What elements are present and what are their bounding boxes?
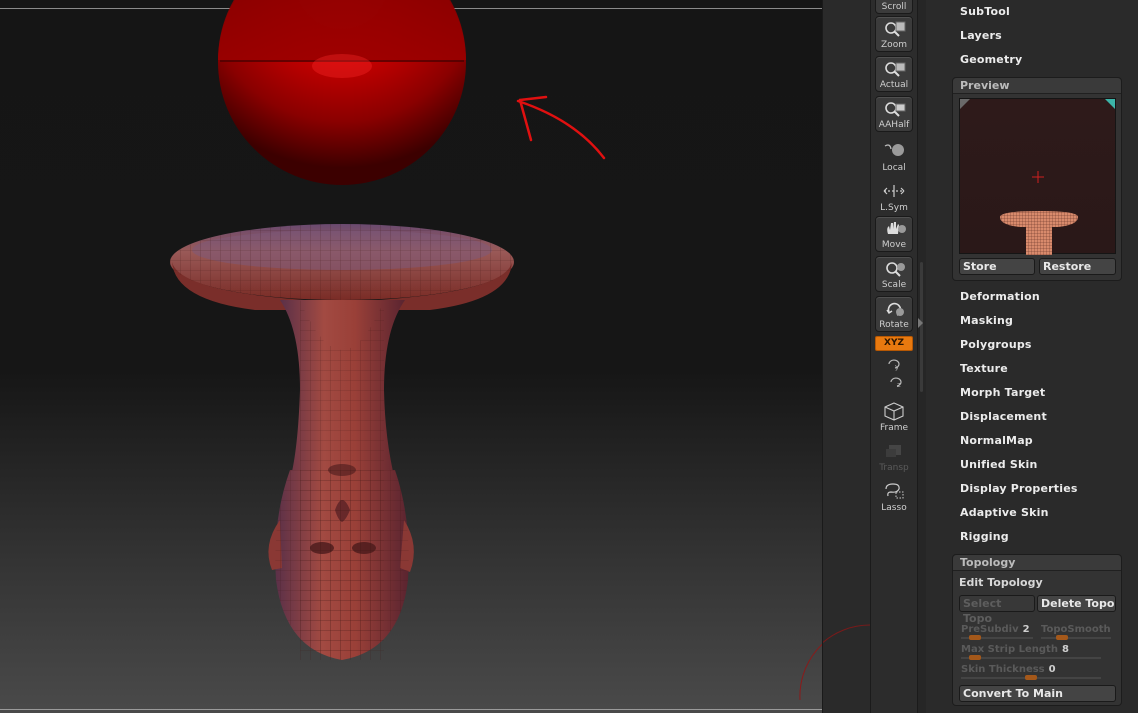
- shelf-collapse-handle[interactable]: [917, 262, 925, 392]
- convert-to-main-button[interactable]: Convert To Main: [959, 685, 1116, 702]
- lsym-button[interactable]: L.Sym: [875, 178, 913, 214]
- menu-deformation[interactable]: Deformation: [960, 290, 1040, 303]
- scale-button[interactable]: Scale: [875, 256, 913, 292]
- zoom-button[interactable]: Zoom: [875, 16, 913, 52]
- edit-topology-button[interactable]: Edit Topology: [959, 576, 1043, 589]
- max-strip-length-knob: [969, 655, 981, 660]
- lsym-label: L.Sym: [880, 203, 908, 213]
- toposmooth-slider[interactable]: TopoSmooth: [1041, 624, 1117, 642]
- scroll-button[interactable]: Scroll: [875, 0, 913, 14]
- local-sphere-icon: [884, 144, 904, 156]
- max-strip-length-value: 8: [1061, 644, 1069, 655]
- actual-button[interactable]: Actual: [875, 56, 913, 92]
- move-button[interactable]: Move: [875, 216, 913, 252]
- toposmooth-label: TopoSmooth: [1041, 624, 1111, 635]
- select-topo-button[interactable]: Select Topo: [959, 595, 1035, 625]
- transp-button[interactable]: Transp: [875, 438, 913, 474]
- cube-icon: [884, 402, 904, 421]
- preview-corner-right: [1105, 99, 1115, 109]
- menu-subtool[interactable]: SubTool: [960, 5, 1010, 18]
- max-strip-length-label: Max Strip Length: [961, 644, 1058, 655]
- aahalf-button[interactable]: AAHalf: [875, 96, 913, 132]
- right-shelf: Scroll Zoom Actual AAHalf Local L.Sym Mo…: [870, 0, 918, 713]
- viewport-edge-strip: [797, 0, 872, 713]
- presubdiv-value: 2: [1022, 624, 1030, 635]
- svg-text:z: z: [897, 381, 901, 389]
- preview-thumbnail[interactable]: [959, 98, 1116, 255]
- preview-panel: Preview Store Restore: [952, 77, 1122, 281]
- presubdiv-label: PreSubdiv: [961, 624, 1019, 635]
- red-sphere: [218, 0, 466, 185]
- annotation-arrow: [516, 95, 606, 160]
- delete-topo-button[interactable]: Delete Topo: [1037, 595, 1116, 612]
- lasso-label: Lasso: [881, 503, 907, 513]
- magnifier-icon: [885, 62, 906, 77]
- magnifier-icon: [885, 21, 906, 37]
- tool-palette: SubTool Layers Geometry Preview Store Re…: [926, 0, 1138, 713]
- rotate-button[interactable]: Rotate: [875, 296, 913, 332]
- menu-geometry[interactable]: Geometry: [960, 53, 1022, 66]
- topology-title[interactable]: Topology: [953, 555, 1121, 571]
- scroll-label: Scroll: [881, 2, 907, 12]
- menu-display-properties[interactable]: Display Properties: [960, 482, 1078, 495]
- rotate-label: Rotate: [879, 320, 909, 330]
- y-axis-rotate-icon[interactable]: y: [886, 357, 902, 371]
- frame-label: Frame: [879, 423, 909, 433]
- scale-magnifier-icon: [886, 262, 905, 277]
- lasso-icon: [885, 483, 904, 499]
- menu-masking[interactable]: Masking: [960, 314, 1013, 327]
- brush-cursor-ring-edge: [797, 624, 872, 701]
- crosshair-icon: [1032, 171, 1044, 183]
- local-label: Local: [882, 163, 906, 173]
- lasso-button[interactable]: Lasso: [875, 478, 913, 514]
- store-button[interactable]: Store: [959, 258, 1035, 275]
- menu-rigging[interactable]: Rigging: [960, 530, 1009, 543]
- toposmooth-track: [1041, 637, 1111, 639]
- brush-cursor-ring: [799, 643, 822, 701]
- restore-button[interactable]: Restore: [1039, 258, 1116, 275]
- menu-displacement[interactable]: Displacement: [960, 410, 1047, 423]
- preview-mesh-icon: [1000, 211, 1078, 255]
- menu-texture[interactable]: Texture: [960, 362, 1008, 375]
- scene-render: [170, 0, 822, 701]
- actual-label: Actual: [879, 80, 909, 90]
- toposmooth-knob: [1056, 635, 1068, 640]
- local-button[interactable]: Local: [875, 138, 913, 174]
- scale-label: Scale: [881, 280, 907, 290]
- presubdiv-knob: [969, 635, 982, 640]
- magnifier-icon: [885, 102, 906, 117]
- canvas-viewport[interactable]: [0, 0, 822, 713]
- menu-unified-skin[interactable]: Unified Skin: [960, 458, 1038, 471]
- transparency-icon: [886, 445, 901, 457]
- menu-adaptive-skin[interactable]: Adaptive Skin: [960, 506, 1049, 519]
- symmetry-icon: [883, 185, 905, 197]
- max-strip-length-slider[interactable]: Max Strip Length 8: [961, 644, 1113, 662]
- rotate-icon: [886, 302, 904, 316]
- preview-title[interactable]: Preview: [953, 78, 1121, 94]
- frame-button[interactable]: Frame: [875, 398, 913, 434]
- skin-thickness-knob: [1025, 675, 1037, 680]
- menu-layers[interactable]: Layers: [960, 29, 1002, 42]
- topology-panel: Topology Edit Topology Select Topo Delet…: [952, 554, 1122, 706]
- preview-corner-left: [960, 99, 970, 109]
- transp-label: Transp: [879, 463, 909, 473]
- svg-text:y: y: [895, 363, 899, 371]
- skin-thickness-value: 0: [1048, 664, 1056, 675]
- head-mesh: [170, 224, 514, 660]
- z-axis-rotate-icon[interactable]: z: [886, 375, 902, 389]
- skin-thickness-slider[interactable]: Skin Thickness 0: [961, 664, 1113, 682]
- aahalf-label: AAHalf: [878, 120, 910, 130]
- skin-thickness-label: Skin Thickness: [961, 664, 1045, 675]
- max-strip-length-track: [961, 657, 1101, 659]
- viewport-bottom-border: [0, 709, 822, 710]
- chevron-right-icon: [918, 318, 923, 328]
- move-label: Move: [881, 240, 907, 250]
- menu-normalmap[interactable]: NormalMap: [960, 434, 1033, 447]
- hand-icon: [887, 222, 906, 234]
- presubdiv-slider[interactable]: PreSubdiv 2: [961, 624, 1039, 642]
- menu-polygroups[interactable]: Polygroups: [960, 338, 1032, 351]
- xyz-toggle[interactable]: XYZ: [875, 336, 913, 351]
- menu-morph-target[interactable]: Morph Target: [960, 386, 1045, 399]
- zoom-label: Zoom: [881, 40, 907, 50]
